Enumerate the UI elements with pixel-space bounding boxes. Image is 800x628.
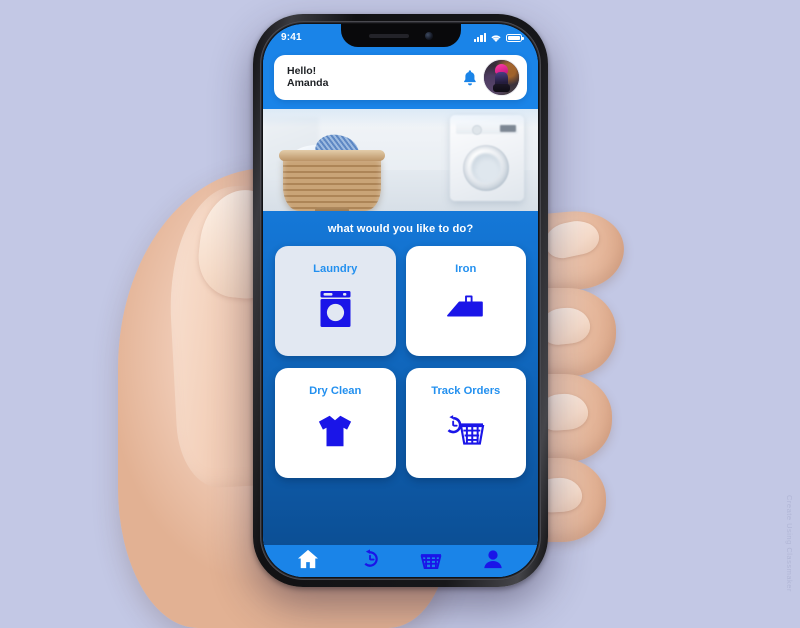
bottom-navigation: [263, 545, 538, 577]
phone-notch: [340, 24, 461, 47]
iron-icon: [446, 288, 486, 330]
tshirt-icon: [315, 410, 355, 452]
watermark-text: Create Using Classmaker: [785, 495, 794, 592]
basket-clock-icon: [444, 410, 488, 452]
wifi-icon: [491, 34, 501, 42]
basket-icon: [420, 553, 442, 569]
battery-full-icon: [506, 33, 524, 42]
main-content: what would you like to do? Laundry Iron …: [263, 211, 538, 545]
user-avatar[interactable]: [483, 59, 520, 96]
greeting-hello: Hello!: [287, 64, 317, 77]
tile-dry-clean-label: Dry Clean: [309, 385, 362, 397]
tile-laundry[interactable]: Laundry: [275, 246, 396, 356]
finger-index-nail: [542, 216, 602, 262]
notification-bell-icon: [464, 69, 476, 85]
tile-track-orders-label: Track Orders: [431, 385, 501, 397]
greeting-section: Hello! Amanda: [263, 51, 538, 109]
tile-track-orders[interactable]: Track Orders: [405, 368, 526, 478]
nav-basket[interactable]: [411, 545, 451, 573]
greeting-card[interactable]: Hello! Amanda: [274, 55, 527, 100]
person-icon: [484, 550, 502, 569]
phone-device: 9:41 Hello! Amanda what would you like t…: [253, 14, 548, 587]
tile-iron[interactable]: Iron: [405, 246, 526, 356]
history-icon: [364, 549, 378, 567]
front-camera-icon: [424, 31, 433, 40]
greeting-text: Hello! Amanda: [287, 64, 457, 90]
nav-profile[interactable]: [473, 545, 513, 573]
service-grid: Laundry Iron Dry Clean Track Orders: [275, 246, 526, 478]
tile-iron-label: Iron: [455, 263, 477, 275]
tile-laundry-label: Laundry: [313, 263, 358, 275]
app-root: Hello! Amanda what would you like to do?…: [263, 51, 538, 577]
status-bar-indicators: [473, 33, 524, 43]
avatar-legs: [493, 84, 510, 92]
cellular-signal-icon: [473, 33, 486, 42]
nav-home[interactable]: [288, 545, 328, 573]
phone-bezel: 9:41 Hello! Amanda what would you like t…: [260, 21, 541, 580]
screenshot-stage: 9:41 Hello! Amanda what would you like t…: [0, 0, 800, 628]
nav-history[interactable]: [350, 545, 390, 573]
hero-laundry-photo: [263, 109, 538, 211]
page-title: what would you like to do?: [327, 223, 474, 235]
earpiece-speaker-icon: [368, 33, 409, 38]
hero-overlay: [263, 109, 538, 211]
washing-machine-icon: [319, 288, 352, 330]
phone-screen: 9:41 Hello! Amanda what would you like t…: [263, 24, 538, 577]
tile-dry-clean[interactable]: Dry Clean: [275, 368, 396, 478]
greeting-username: Amanda: [287, 76, 329, 89]
status-bar-time: 9:41: [281, 32, 302, 43]
notification-bell-button[interactable]: [457, 69, 483, 87]
home-icon: [297, 549, 318, 569]
